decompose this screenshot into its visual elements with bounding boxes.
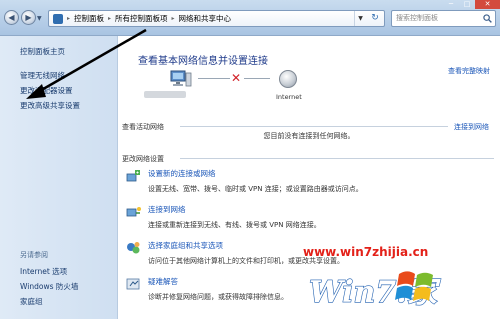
computer-icon[interactable] [170,70,192,88]
full-map-link[interactable]: 查看完整映射 [448,66,490,76]
task-new-connection: 设置新的连接或网络 设置无线、宽带、拨号、临时或 VPN 连接；或设置路由器或访… [126,168,488,194]
connection-line [198,78,230,79]
address-dropdown-icon[interactable]: ▼ [354,11,366,26]
sidebar-item-advanced-sharing[interactable]: 更改高级共享设置 [20,100,80,111]
troubleshoot-icon [126,278,140,290]
sidebar-item-adapter-settings[interactable]: 更改适配器设置 [20,85,73,96]
task-connect-network: 连接到网络 连接或重新连接到无线、有线、拨号或 VPN 网络连接。 [126,204,488,230]
sidebar: 控制面板主页 管理无线网络 更改适配器设置 更改高级共享设置 另请参阅 Inte… [0,36,118,319]
task-connect-network-link[interactable]: 连接到网络 [148,204,488,215]
connection-line [244,78,270,79]
task-description: 设置无线、宽带、拨号、临时或 VPN 连接；或设置路由器或访问点。 [148,185,363,193]
title-bar: ◀ ▶ ▼ ▸ 控制面板 ▸ 所有控制面板项 ▸ 网络和共享中心 ▼ ↻ 搜索控… [0,0,500,36]
computer-name-redacted [144,91,186,98]
task-description: 连接或重新连接到无线、有线、拨号或 VPN 网络连接。 [148,221,321,229]
address-bar[interactable]: ▸ 控制面板 ▸ 所有控制面板项 ▸ 网络和共享中心 ▼ ↻ [48,10,385,27]
watermark-url: www.win7zhijia.cn [303,245,429,259]
search-input[interactable]: 搜索控制面板 [391,10,496,27]
see-also-heading: 另请参阅 [20,251,48,259]
change-settings-label: 更改网络设置 [122,155,164,163]
task-new-connection-link[interactable]: 设置新的连接或网络 [148,168,488,179]
internet-globe-icon[interactable] [279,70,297,88]
maximize-button[interactable]: □ [459,0,475,9]
chevron-right-icon: ▸ [108,15,112,22]
search-placeholder: 搜索控制面板 [396,14,438,22]
no-connection-text: 您目前没有连接到任何网络。 [263,132,355,140]
breadcrumb-control-panel[interactable]: 控制面板 [74,13,104,24]
chevron-right-icon: ▸ [171,15,175,22]
breadcrumb-network-center[interactable]: 网络和共享中心 [179,13,232,24]
sidebar-item-internet-options[interactable]: Internet 选项 [20,266,67,277]
page-title: 查看基本网络信息并设置连接 [138,56,268,67]
control-panel-icon [53,13,63,24]
chevron-right-icon: ▸ [67,15,71,22]
new-connection-icon [126,170,140,182]
sidebar-item-firewall[interactable]: Windows 防火墙 [20,281,78,292]
refresh-icon[interactable]: ↻ [369,11,381,26]
breadcrumb-all-items[interactable]: 所有控制面板项 [115,13,168,24]
connect-network-icon [126,207,141,217]
sidebar-item-manage-wireless[interactable]: 管理无线网络 [20,70,65,81]
forward-button[interactable]: ▶ [21,10,36,25]
back-button[interactable]: ◀ [4,10,19,25]
disconnected-x-icon[interactable]: ✕ [231,71,241,85]
minimize-button[interactable]: ─ [443,0,459,9]
homegroup-icon [127,242,140,254]
sidebar-item-homegroup[interactable]: 家庭组 [20,296,43,307]
internet-label: Internet [276,93,302,101]
recent-pages-dropdown[interactable]: ▼ [37,15,43,22]
divider [180,158,494,159]
divider [180,126,448,127]
sidebar-item-home[interactable]: 控制面板主页 [20,46,65,57]
watermark-logo: Win7.家 [308,271,441,311]
close-button[interactable]: ✕ [475,0,500,9]
search-icon[interactable] [483,14,492,23]
